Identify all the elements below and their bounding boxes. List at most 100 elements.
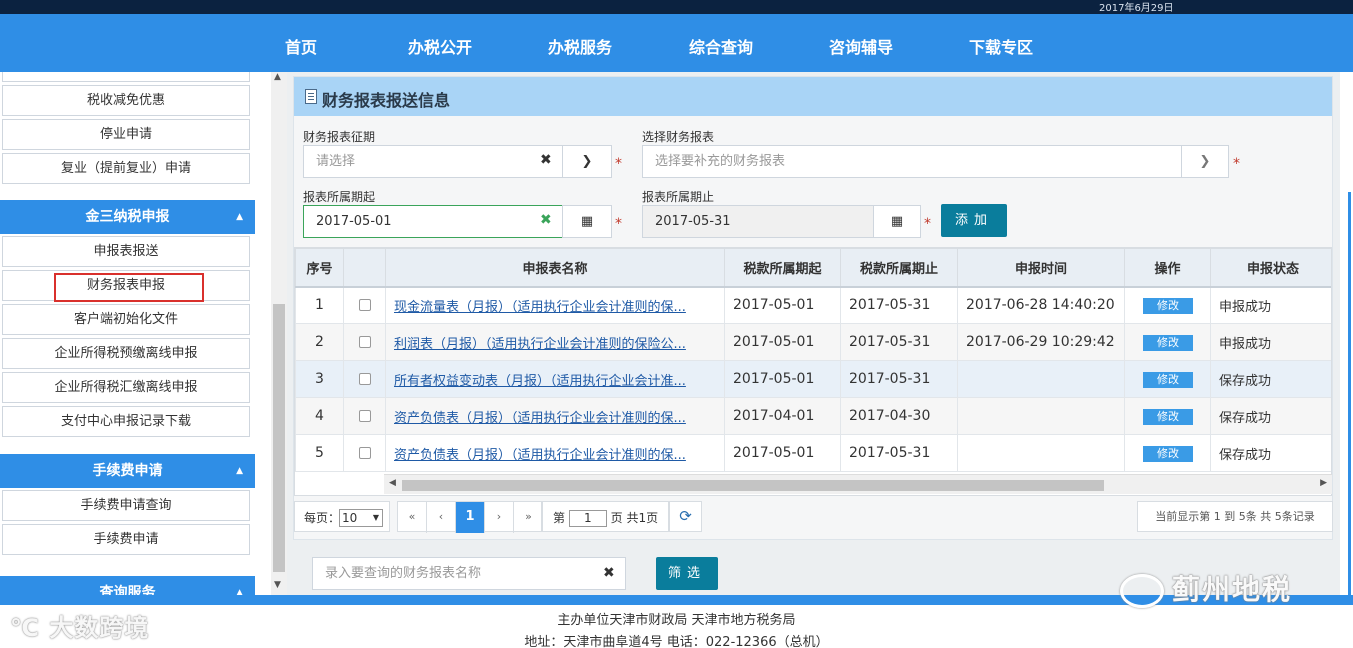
sidebar-item-declaration-submit[interactable]: 申报表报送: [2, 236, 250, 267]
row-no: 2: [295, 323, 344, 361]
sidebar-item-fee-apply[interactable]: 手续费申请: [2, 524, 250, 555]
row-checkbox[interactable]: [358, 336, 371, 348]
nav-consult[interactable]: 咨询辅导: [829, 34, 893, 58]
top-bar: 2017年6月29日: [0, 0, 1353, 14]
report-label: 选择财务报表: [642, 130, 715, 144]
row-time: 2017-06-28 14:40:20: [957, 286, 1125, 324]
required-star: *: [615, 216, 622, 232]
sidebar-group-title: 手续费申请: [92, 463, 163, 479]
filter-button[interactable]: 筛选: [656, 557, 718, 590]
report-search-input[interactable]: 录入要查询的财务报表名称: [312, 557, 626, 590]
row-no: 3: [295, 360, 344, 398]
calendar-icon: ▦: [890, 214, 904, 229]
main-nav: 首页 办税公开 办税服务 综合查询 咨询辅导 下载专区: [0, 14, 1353, 72]
table-horizontal-scrollbar[interactable]: ◀ ▶: [384, 474, 1332, 494]
row-checkbox[interactable]: [358, 373, 371, 385]
scroll-up-icon[interactable]: ▲: [274, 72, 281, 82]
sidebar-group-title: 金三纳税申报: [85, 209, 170, 225]
edit-button[interactable]: 修改: [1143, 297, 1193, 314]
scroll-right-icon[interactable]: ▶: [1320, 478, 1327, 488]
start-calendar-button[interactable]: ▦: [562, 205, 612, 238]
last-page-button[interactable]: »: [514, 502, 543, 533]
report-select[interactable]: 选择要补充的财务报表: [642, 145, 1182, 178]
right-edge: [1340, 72, 1353, 648]
sidebar-item-financial-report[interactable]: 财务报表申报: [2, 270, 250, 301]
refresh-icon: ⟳: [679, 507, 692, 525]
nav-tax-service[interactable]: 办税服务: [548, 34, 612, 58]
edit-button[interactable]: 修改: [1143, 408, 1193, 425]
sidebar-group-title: 查询服务: [99, 585, 156, 595]
report-link[interactable]: 所有者权益变动表（月报）（适用执行企业会计准...: [394, 374, 686, 389]
row-time: [957, 434, 1125, 472]
col-header-no: 序号: [295, 248, 344, 288]
sidebar-item-payment-records[interactable]: 支付中心申报记录下载: [2, 406, 250, 437]
panel-title: 财务报表报送信息: [322, 91, 451, 110]
row-checkbox[interactable]: [358, 410, 371, 422]
table-row: 2 利润表（月报）（适用执行企业会计准则的保险公... 2017-05-01 2…: [295, 323, 1331, 361]
panel-header: 财务报表报送信息: [294, 77, 1332, 116]
row-checkbox[interactable]: [358, 447, 371, 459]
table-row: 5 资产负债表（月报）（适用执行企业会计准则的保... 2017-05-01 2…: [295, 434, 1331, 472]
table-header-row: 序号 申报表名称 税款所属期起 税款所属期止 申报时间 操作 申报状态: [295, 248, 1331, 288]
row-end: 2017-05-31: [840, 323, 958, 361]
row-start: 2017-05-01: [724, 360, 841, 398]
sidebar-item-cit-annual-offline[interactable]: 企业所得税汇缴离线申报: [2, 372, 250, 403]
report-link[interactable]: 资产负债表（月报）（适用执行企业会计准则的保...: [394, 411, 686, 426]
sidebar-item-suspend[interactable]: 停业申请: [2, 119, 250, 150]
edit-button[interactable]: 修改: [1143, 371, 1193, 388]
sidebar-scrollbar[interactable]: ▲ ▼: [271, 72, 287, 595]
end-calendar-button[interactable]: ▦: [873, 205, 921, 238]
period-label: 财务报表征期: [303, 130, 376, 144]
report-dropdown-button[interactable]: ❯: [1181, 145, 1229, 178]
report-link[interactable]: 利润表（月报）（适用执行企业会计准则的保险公...: [394, 337, 686, 352]
refresh-button[interactable]: ⟳: [669, 501, 702, 532]
row-checkbox[interactable]: [358, 299, 371, 312]
edit-button[interactable]: 修改: [1143, 334, 1193, 351]
sidebar-item-client-init[interactable]: 客户端初始化文件: [2, 304, 250, 335]
period-select[interactable]: 请选择: [303, 145, 563, 178]
sidebar-item-fee-query[interactable]: 手续费申请查询: [2, 490, 250, 521]
page-buttons: « ‹ 1 › »: [397, 501, 543, 533]
table-row: 3 所有者权益变动表（月报）（适用执行企业会计准... 2017-05-01 2…: [295, 360, 1331, 398]
caret-up-icon: ▲: [236, 588, 243, 595]
sidebar-item-resume[interactable]: 复业（提前复业）申请: [2, 153, 250, 184]
sidebar-group-query[interactable]: 查询服务 ▲: [0, 576, 255, 595]
nav-download[interactable]: 下载专区: [969, 34, 1033, 58]
scroll-left-icon[interactable]: ◀: [389, 478, 396, 488]
edit-button[interactable]: 修改: [1143, 445, 1193, 462]
period-dropdown-button[interactable]: ❯: [562, 145, 612, 178]
report-link[interactable]: 资产负债表（月报）（适用执行企业会计准则的保...: [394, 448, 686, 463]
clear-icon[interactable]: ✖: [540, 212, 552, 228]
calendar-icon: ▦: [580, 214, 594, 229]
sidebar-group-fee[interactable]: 手续费申请 ▲: [0, 454, 255, 488]
scroll-thumb[interactable]: [273, 304, 285, 572]
clear-icon[interactable]: ✖: [603, 565, 615, 581]
scroll-thumb[interactable]: [402, 480, 1104, 491]
row-end: 2017-04-30: [840, 397, 958, 435]
next-page-button[interactable]: ›: [485, 502, 514, 533]
caret-up-icon: ▲: [236, 212, 243, 222]
sidebar-item-top-cut[interactable]: 纳税减免税务信息: [2, 72, 250, 82]
sidebar-item-cit-prepay-offline[interactable]: 企业所得税预缴离线申报: [2, 338, 250, 369]
per-page-select[interactable]: 10 ▼: [339, 509, 383, 527]
end-date-input[interactable]: 2017-05-31: [642, 205, 874, 238]
sidebar-group-jinsan[interactable]: 金三纳税申报 ▲: [0, 200, 255, 234]
add-button[interactable]: 添加: [941, 204, 1007, 237]
start-date-input[interactable]: 2017-05-01: [303, 205, 563, 238]
start-label: 报表所属期起: [303, 190, 376, 204]
scroll-down-icon[interactable]: ▼: [274, 580, 281, 590]
report-link[interactable]: 现金流量表（月报）（适用执行企业会计准则的保...: [394, 300, 686, 315]
sidebar-item-tax-relief[interactable]: 税收减免优惠: [2, 85, 250, 116]
nav-home[interactable]: 首页: [285, 34, 317, 58]
chevron-down-icon: ❯: [581, 154, 593, 169]
row-status: 申报成功: [1210, 286, 1331, 324]
row-status: 保存成功: [1210, 397, 1331, 435]
clear-icon[interactable]: ✖: [540, 152, 552, 168]
page-number-input[interactable]: 1: [568, 510, 607, 527]
current-page-button[interactable]: 1: [456, 502, 485, 533]
nav-query[interactable]: 综合查询: [689, 34, 753, 58]
chevron-down-icon: ❯: [1199, 154, 1211, 169]
nav-tax-public[interactable]: 办税公开: [408, 34, 472, 58]
first-page-button[interactable]: «: [398, 502, 427, 533]
prev-page-button[interactable]: ‹: [427, 502, 456, 533]
